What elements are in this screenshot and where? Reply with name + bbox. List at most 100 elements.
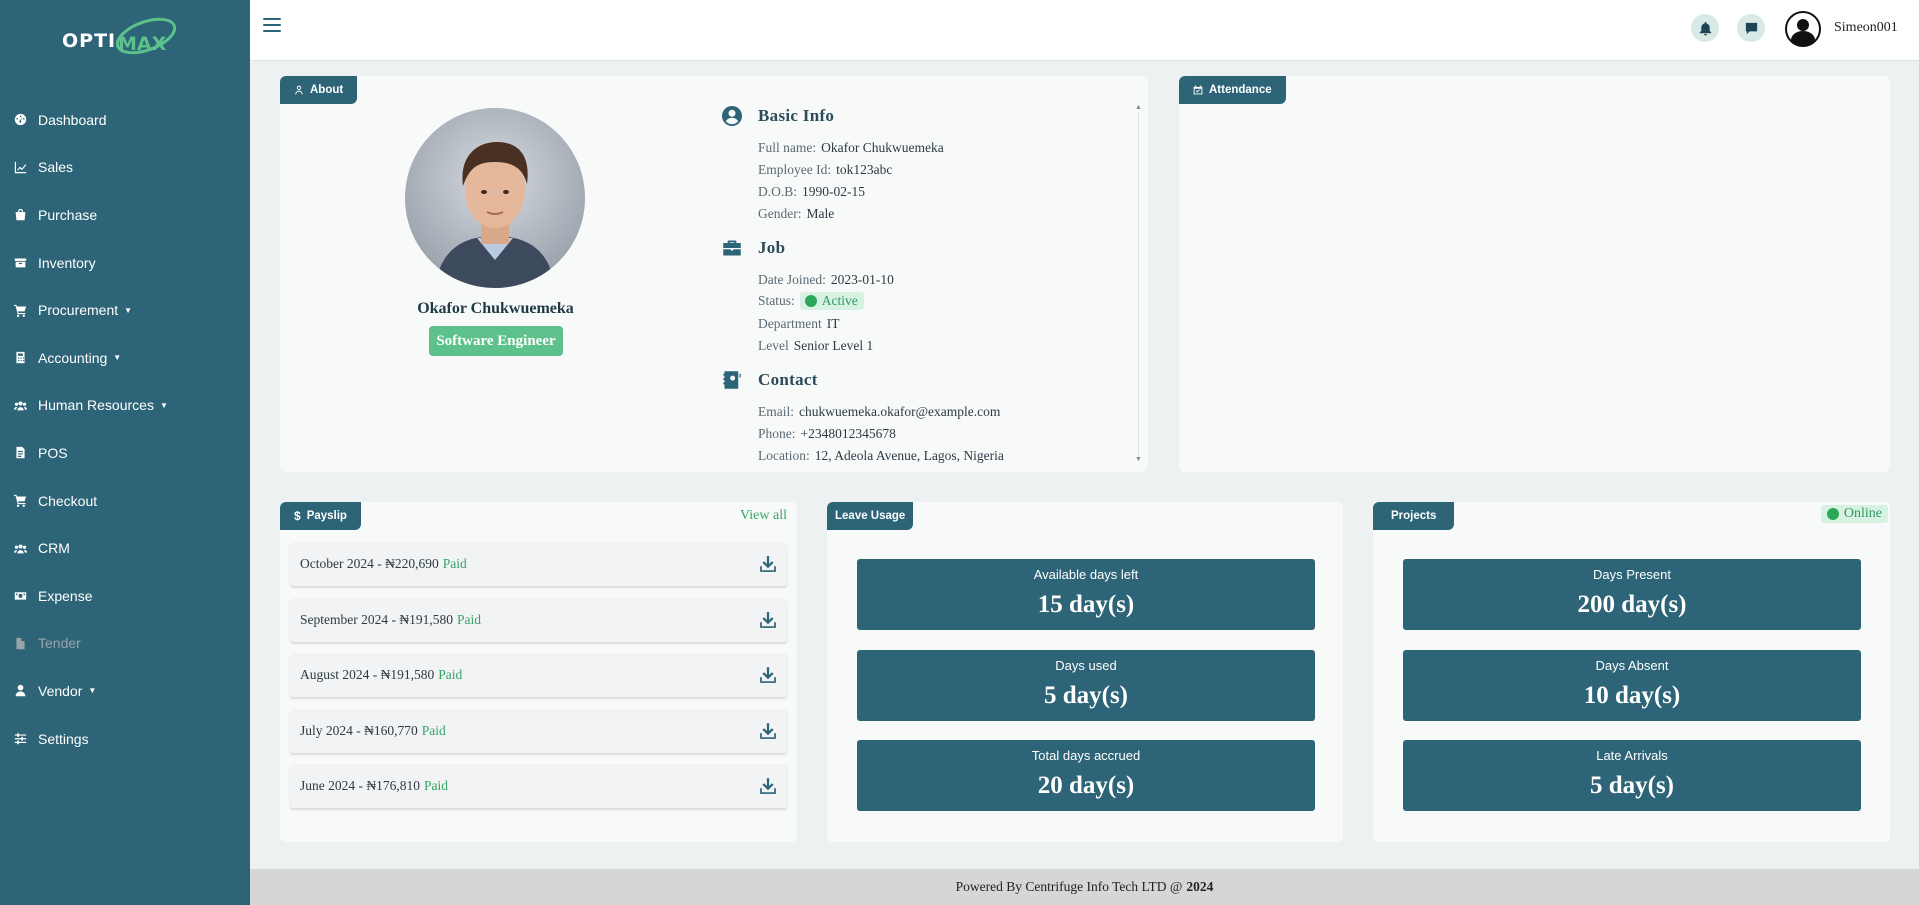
field-value: IT — [826, 316, 840, 331]
sidebar-item-checkout[interactable]: Checkout — [0, 477, 250, 525]
chat-icon[interactable] — [1737, 14, 1765, 42]
cart-icon — [14, 494, 38, 508]
dollar-icon: $ — [294, 509, 301, 523]
sidebar-item-procurement[interactable]: Procurement ▼ — [0, 286, 250, 334]
sidebar: OPTI MAX Dashboard Sales Purchase Invent… — [0, 0, 250, 905]
briefcase-icon — [723, 240, 741, 256]
available-days-stat: Available days left 15 day(s) — [857, 559, 1315, 630]
sidebar-item-label: Vendor — [38, 682, 83, 699]
sidebar-item-accounting[interactable]: Accounting ▼ — [0, 334, 250, 382]
field-value: 2023-01-10 — [830, 272, 894, 287]
about-tag-label: About — [310, 84, 344, 96]
optimax-logo[interactable]: OPTI MAX — [62, 10, 182, 66]
sidebar-item-pos[interactable]: POS — [0, 429, 250, 477]
projects-tag: Projects — [1373, 502, 1455, 530]
gender-field: Gender: Male — [758, 206, 834, 222]
field-label: Full name: — [758, 140, 817, 155]
field-value: Male — [806, 206, 835, 221]
stat-value: 10 day(s) — [1583, 682, 1681, 709]
field-value: Okafor Chukwuemeka — [821, 140, 944, 155]
profile-photo — [405, 108, 585, 288]
payslip-text: August 2024 - ₦191,580 — [300, 667, 435, 682]
user-avatar[interactable] — [1785, 11, 1821, 47]
svg-text:MAX: MAX — [118, 33, 167, 55]
payslip-row[interactable]: June 2024 - ₦176,810 Paid — [290, 764, 787, 808]
field-label: Status: — [758, 293, 795, 308]
field-label: D.O.B: — [758, 184, 798, 199]
field-label: Employee Id: — [758, 162, 832, 177]
sidebar-item-dashboard[interactable]: Dashboard — [0, 96, 250, 144]
field-label: Gender: — [758, 206, 802, 221]
info-scrollbar[interactable]: ▲ ▼ — [1135, 104, 1143, 464]
payslip-row[interactable]: October 2024 - ₦220,690 Paid — [290, 542, 787, 586]
role-badge: Software Engineer — [429, 326, 563, 356]
stat-value: 5 day(s) — [1043, 682, 1129, 709]
field-value: +2348012345678 — [800, 426, 896, 441]
sidebar-item-crm[interactable]: CRM — [0, 524, 250, 572]
scroll-track[interactable] — [1138, 112, 1139, 457]
shopping-bag-icon — [14, 208, 38, 221]
caret-down-icon: ▼ — [124, 305, 133, 315]
field-label: Level — [758, 338, 789, 353]
scroll-up-icon[interactable]: ▲ — [1135, 104, 1142, 111]
users-icon — [14, 542, 38, 555]
department-field: Department IT — [758, 316, 839, 332]
download-icon[interactable] — [759, 666, 777, 684]
field-label: Phone: — [758, 426, 796, 441]
download-icon[interactable] — [759, 777, 777, 795]
full-name-field: Full name: Okafor Chukwuemeka — [758, 140, 944, 156]
sidebar-item-vendor[interactable]: Vendor ▼ — [0, 667, 250, 715]
sidebar-item-label: Checkout — [38, 492, 98, 509]
bell-icon[interactable] — [1691, 14, 1719, 42]
sidebar-item-label: Accounting — [38, 349, 108, 366]
payslip-row[interactable]: July 2024 - ₦160,770 Paid — [290, 709, 787, 753]
menu-toggle-icon[interactable] — [263, 18, 281, 32]
sidebar-item-label: Expense — [38, 587, 93, 604]
stat-value: 200 day(s) — [1577, 591, 1687, 618]
file-icon — [14, 637, 38, 650]
field-value: 12, Adeola Avenue, Lagos, Nigeria — [814, 448, 1004, 463]
users-icon — [14, 399, 38, 412]
view-all-link[interactable]: View all — [740, 508, 787, 524]
email-field: Email: chukwuemeka.okafor@example.com — [758, 404, 1000, 420]
field-label: Date Joined: — [758, 272, 826, 287]
username[interactable]: Simeon001 — [1834, 20, 1898, 36]
sidebar-item-expense[interactable]: Expense — [0, 572, 250, 620]
payslip-tag: $ Payslip — [280, 502, 361, 530]
sidebar-item-sales[interactable]: Sales — [0, 144, 250, 192]
download-icon[interactable] — [759, 611, 777, 629]
download-icon[interactable] — [759, 722, 777, 740]
employee-id-field: Employee Id: tok123abc — [758, 162, 892, 178]
stat-value: 5 day(s) — [1589, 772, 1675, 799]
sidebar-item-inventory[interactable]: Inventory — [0, 239, 250, 287]
sidebar-item-label: Settings — [38, 730, 89, 747]
download-icon[interactable] — [759, 555, 777, 573]
stat-label: Days used — [1055, 658, 1117, 673]
field-value: 1990-02-15 — [802, 184, 866, 199]
payslip-text: September 2024 - ₦191,580 — [300, 612, 453, 627]
stat-label: Days Present — [1592, 567, 1672, 582]
profile-name: Okafor Chukwuemeka — [417, 300, 574, 317]
payslip-status: Paid — [438, 667, 463, 682]
status-badge: Active — [799, 292, 864, 310]
sidebar-item-settings[interactable]: Settings — [0, 715, 250, 763]
job-title: Job — [758, 238, 786, 257]
stat-label: Total days accrued — [1031, 748, 1141, 763]
sidebar-item-label: Tender — [38, 635, 81, 652]
payslip-row[interactable]: September 2024 - ₦191,580 Paid — [290, 598, 787, 642]
sidebar-item-purchase[interactable]: Purchase — [0, 191, 250, 239]
online-text: Online — [1843, 506, 1882, 521]
sidebar-item-label: CRM — [38, 540, 70, 557]
days-absent-stat: Days Absent 10 day(s) — [1403, 650, 1861, 721]
payslip-row[interactable]: August 2024 - ₦191,580 Paid — [290, 653, 787, 697]
money-icon — [14, 589, 38, 602]
leave-usage-card: Leave Usage Available days left 15 day(s… — [827, 502, 1343, 842]
sidebar-item-tender[interactable]: Tender — [0, 620, 250, 668]
sidebar-item-human-resources[interactable]: Human Resources ▼ — [0, 382, 250, 430]
scroll-down-icon[interactable]: ▼ — [1135, 456, 1142, 463]
payslip-text: October 2024 - ₦220,690 — [300, 556, 439, 571]
stat-label: Days Absent — [1595, 658, 1669, 673]
leave-usage-tag: Leave Usage — [827, 502, 914, 530]
box-icon — [14, 256, 38, 269]
basic-info-title: Basic Info — [758, 106, 835, 125]
